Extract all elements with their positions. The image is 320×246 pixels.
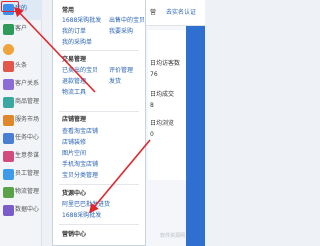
stat-value: 0 (150, 131, 154, 138)
menu-link[interactable]: 我的订单 (62, 28, 86, 36)
menu-link[interactable]: 1688采购批发 (62, 17, 101, 25)
menu-link[interactable]: 阿里巴巴批发进货 (62, 201, 110, 209)
rail-item-label: 客户 (15, 25, 28, 32)
section-title-source: 货源中心 (62, 190, 87, 197)
rail-item-data[interactable]: 数据中心 (0, 201, 42, 221)
left-icon-rail: 我的 客户 头条 客户关系 商品管理 服务市场 任务中心 生意参谋 员工管理 物… (0, 0, 42, 246)
stat-label: 日均成交 (150, 91, 175, 98)
menu-link[interactable]: 出售中的宝贝 (109, 17, 145, 25)
rail-item-label: 任务中心 (15, 134, 40, 141)
menu-link[interactable]: 我的采购单 (62, 39, 92, 47)
verify-link[interactable]: 去实名认证 (166, 7, 196, 16)
rail-item-label: 商品管理 (15, 98, 40, 105)
rail-item-goods[interactable]: 商品管理 (0, 93, 42, 113)
section-title-common: 常用 (62, 7, 75, 14)
watermark: 软件资源网 (160, 233, 186, 239)
rail-item-label: 头条 (15, 62, 28, 69)
rail-item-market[interactable]: 服务市场 (0, 111, 42, 131)
menu-link[interactable]: 退款管理 (62, 78, 86, 86)
menu-link[interactable]: 已卖出的宝贝 (62, 67, 98, 75)
section-title-store: 店铺管理 (62, 116, 87, 123)
customer-icon (3, 24, 14, 35)
goods-icon (3, 97, 14, 108)
rail-item-news[interactable]: 头条 (0, 57, 42, 77)
stat-value: 8 (150, 102, 154, 109)
data-icon (3, 205, 14, 216)
rail-item-staff[interactable]: 员工管理 (0, 165, 42, 185)
menu-link[interactable]: 查看淘宝店铺 (62, 128, 98, 136)
highlight-box (1, 1, 19, 12)
menu-link[interactable]: 图片空间 (62, 150, 86, 158)
section-title-marketing: 营销中心 (62, 231, 87, 238)
rail-item-task[interactable]: 任务中心 (0, 129, 42, 149)
menu-link[interactable]: 宝贝分类管理 (62, 172, 98, 180)
rail-item-label: 物流管理 (15, 188, 40, 195)
stat-value: 76 (150, 71, 158, 78)
menu-link[interactable]: 店铺装修 (62, 139, 86, 147)
stat-label: 日均浏览 (150, 120, 175, 127)
divider (59, 111, 139, 112)
rail-item-label: 员工管理 (15, 170, 40, 177)
rail-item-crm[interactable]: 客户关系 (0, 75, 42, 95)
menu-link[interactable]: 发货 (109, 78, 121, 86)
task-icon (3, 133, 14, 144)
crm-icon (3, 79, 14, 90)
dropdown-menu: 常用 1688采购批发 出售中的宝贝 我的订单 我要采购 我的采购单 交易管理 … (52, 0, 146, 246)
menu-link-1688-highlighted[interactable]: 1688采购批发 (62, 212, 101, 220)
rail-item-customer[interactable]: 客户 (0, 20, 42, 40)
news-icon (3, 61, 14, 72)
rail-item-label: 生意参谋 (15, 152, 40, 159)
star-icon (3, 44, 14, 55)
menu-link[interactable]: 我要采购 (109, 28, 133, 36)
rail-item-label: 客户关系 (15, 80, 40, 87)
rail-item-label: 服务市场 (15, 116, 40, 123)
rail-item-analysis[interactable]: 生意参谋 (0, 147, 42, 167)
topbar-label: 营 (150, 9, 157, 16)
analysis-icon (3, 151, 14, 162)
blue-sidebar-column (186, 26, 205, 246)
divider (59, 184, 139, 185)
market-icon (3, 115, 14, 126)
rail-item-label: 数据中心 (15, 206, 40, 213)
section-title-trade: 交易管理 (62, 56, 87, 63)
menu-link[interactable]: 评价管理 (109, 67, 133, 75)
divider (59, 224, 139, 225)
stat-label: 日均访客数 (150, 60, 181, 67)
logistics-icon (3, 187, 14, 198)
menu-link[interactable]: 物流工具 (62, 89, 86, 97)
menu-link[interactable]: 手机淘宝店铺 (62, 161, 98, 169)
rail-item-logistics[interactable]: 物流管理 (0, 183, 42, 203)
staff-icon (3, 169, 14, 180)
divider (59, 50, 139, 51)
